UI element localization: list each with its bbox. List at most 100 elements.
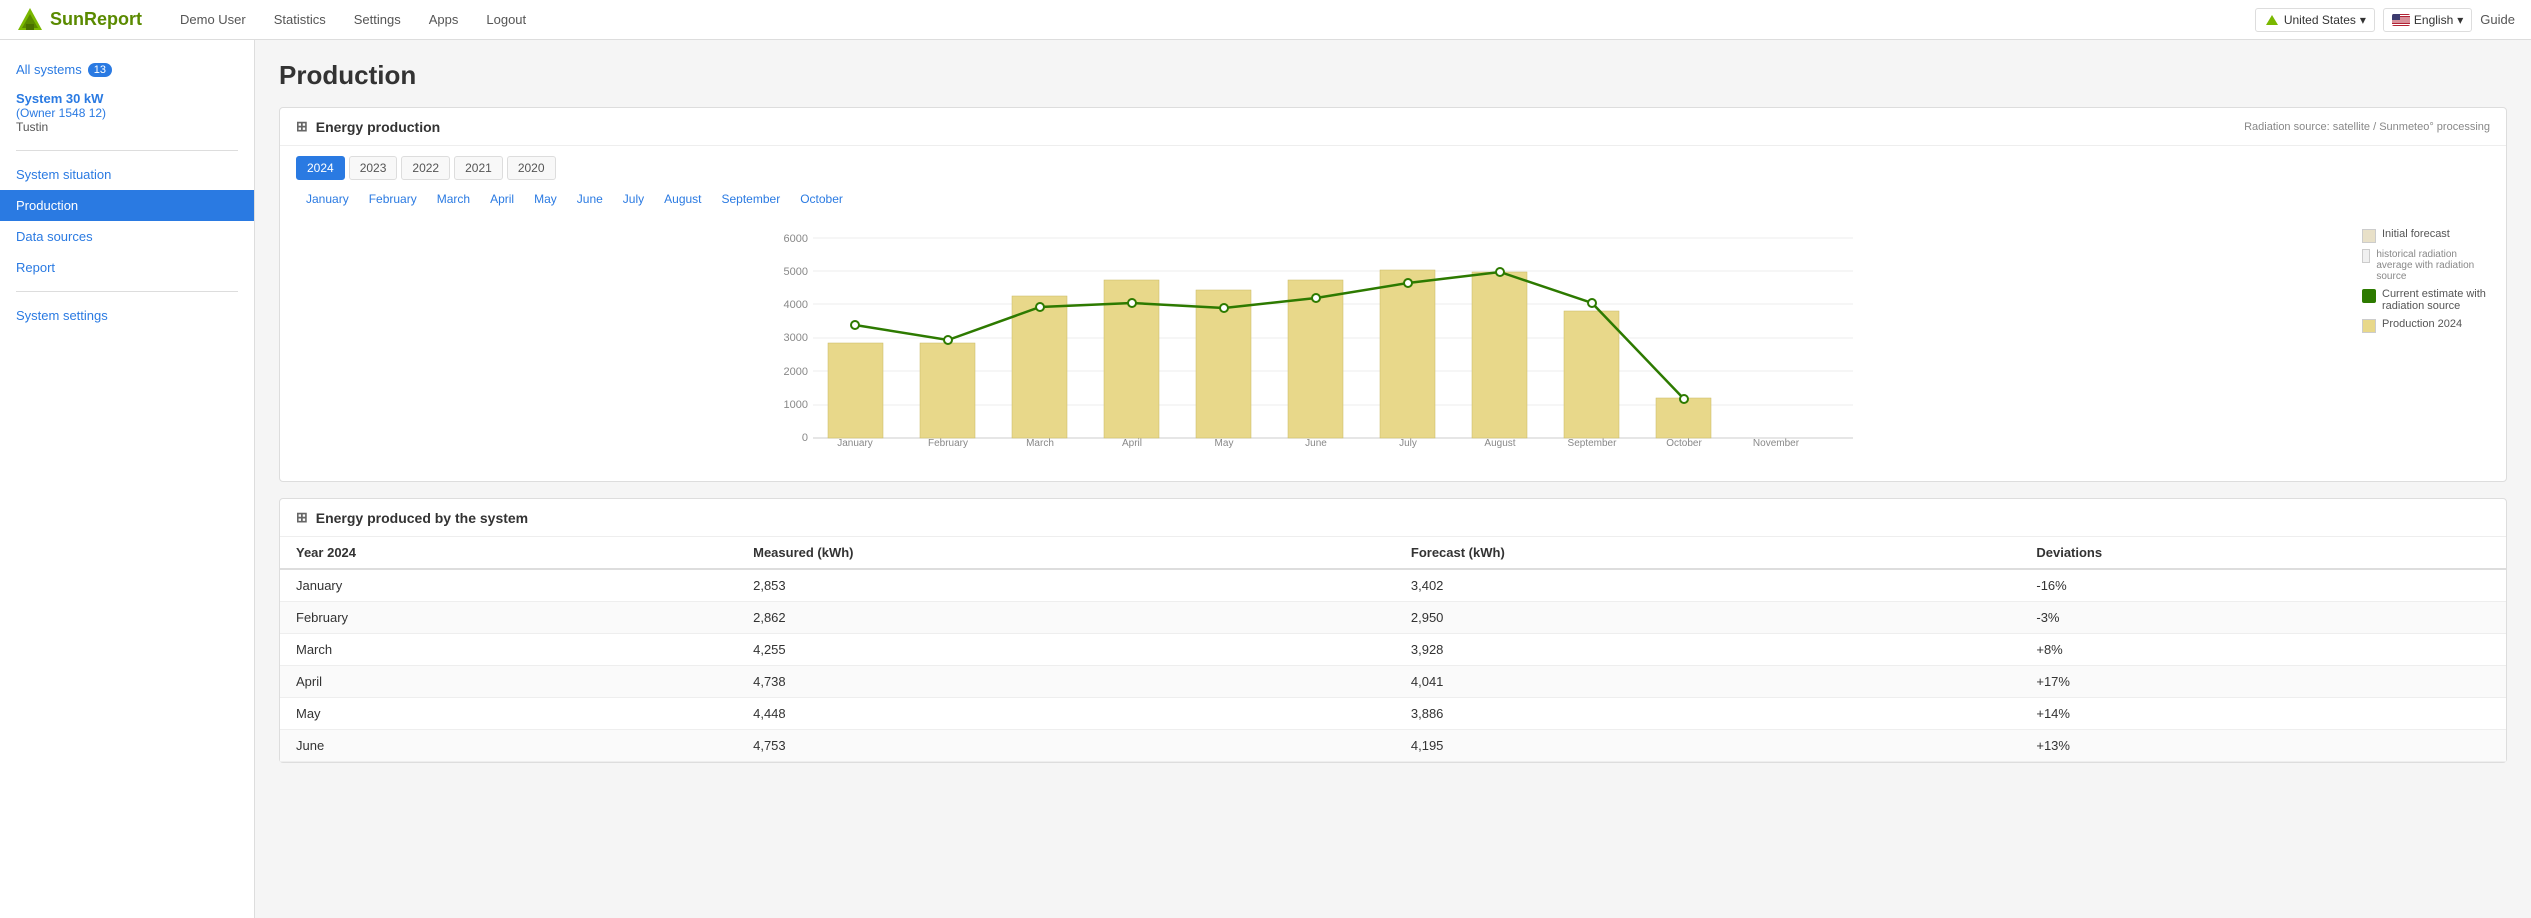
sidebar-item-report[interactable]: Report	[0, 252, 254, 283]
month-tab-may[interactable]: May	[524, 188, 567, 210]
energy-table-title: ⊞ Energy produced by the system	[296, 509, 528, 526]
layout: All systems 13 System 30 kW (Owner 1548 …	[0, 40, 2531, 918]
cell-month: May	[280, 698, 737, 730]
year-tab-2024[interactable]: 2024	[296, 156, 345, 180]
bar-july	[1380, 270, 1435, 438]
table-header: Year 2024 Measured (kWh) Forecast (kWh) …	[280, 537, 2506, 569]
table-row: February 2,862 2,950 -3%	[280, 602, 2506, 634]
svg-text:2000: 2000	[784, 366, 808, 378]
month-tab-january[interactable]: January	[296, 188, 359, 210]
svg-text:5000: 5000	[784, 266, 808, 278]
month-tab-october[interactable]: October	[790, 188, 853, 210]
cell-forecast: 3,928	[1395, 634, 2020, 666]
cell-measured: 2,862	[737, 602, 1395, 634]
language-label: English	[2414, 13, 2453, 27]
legend-color-historical	[2362, 249, 2370, 263]
flag-us-icon	[2392, 14, 2410, 26]
cell-forecast: 3,886	[1395, 698, 2020, 730]
sunreport-small-icon	[2264, 14, 2280, 26]
sidebar-item-production[interactable]: Production	[0, 190, 254, 221]
forecast-dot-feb	[944, 336, 952, 344]
cell-deviation: -3%	[2020, 602, 2506, 634]
table-row: April 4,738 4,041 +17%	[280, 666, 2506, 698]
nav-settings[interactable]: Settings	[340, 0, 415, 40]
month-tab-february[interactable]: February	[359, 188, 427, 210]
system-owner[interactable]: (Owner 1548 12)	[16, 106, 238, 120]
sidebar-item-system-settings[interactable]: System settings	[0, 300, 254, 331]
month-tab-september[interactable]: September	[712, 188, 791, 210]
cell-measured: 4,255	[737, 634, 1395, 666]
sidebar-item-data-sources[interactable]: Data sources	[0, 221, 254, 252]
year-tab-2023[interactable]: 2023	[349, 156, 398, 180]
legend-label-initial: Initial forecast	[2382, 228, 2450, 240]
forecast-dot-may	[1220, 304, 1228, 312]
cell-measured: 4,753	[737, 730, 1395, 762]
cell-month: June	[280, 730, 737, 762]
forecast-dot-jul	[1404, 279, 1412, 287]
table-header-row: Year 2024 Measured (kWh) Forecast (kWh) …	[280, 537, 2506, 569]
all-systems-badge: 13	[88, 63, 112, 77]
legend-color-current	[2362, 289, 2376, 303]
energy-production-card: ⊞ Energy production Radiation source: sa…	[279, 107, 2507, 482]
nav-links: Demo User Statistics Settings Apps Logou…	[166, 0, 540, 40]
bar-june	[1288, 280, 1343, 438]
cell-measured: 4,738	[737, 666, 1395, 698]
year-tab-2020[interactable]: 2020	[507, 156, 556, 180]
svg-text:4000: 4000	[784, 299, 808, 311]
sidebar: All systems 13 System 30 kW (Owner 1548 …	[0, 40, 255, 918]
sidebar-item-system-situation[interactable]: System situation	[0, 159, 254, 190]
country-chevron: ▾	[2360, 13, 2366, 27]
nav-apps[interactable]: Apps	[415, 0, 473, 40]
table-row: January 2,853 3,402 -16%	[280, 569, 2506, 602]
top-nav: SunReport Demo User Statistics Settings …	[0, 0, 2531, 40]
year-tab-2022[interactable]: 2022	[401, 156, 450, 180]
svg-text:September: September	[1568, 438, 1618, 448]
legend-historical-avg: historical radiation average with radiat…	[2362, 249, 2490, 282]
energy-table-card: ⊞ Energy produced by the system Year 202…	[279, 498, 2507, 763]
energy-production-label: Energy production	[316, 119, 440, 135]
cell-deviation: +14%	[2020, 698, 2506, 730]
svg-text:February: February	[928, 438, 968, 448]
month-tab-march[interactable]: March	[427, 188, 480, 210]
main-content: Production ⊞ Energy production Radiation…	[255, 40, 2531, 918]
cell-deviation: +8%	[2020, 634, 2506, 666]
month-tab-april[interactable]: April	[480, 188, 524, 210]
forecast-line	[855, 272, 1684, 399]
legend-initial-forecast: Initial forecast	[2362, 228, 2490, 243]
production-chart: 6000 5000 4000 3000 2000 1000 0	[296, 228, 2350, 448]
page-title: Production	[279, 60, 2507, 91]
col-year: Year 2024	[280, 537, 737, 569]
cell-forecast: 4,041	[1395, 666, 2020, 698]
country-selector[interactable]: United States ▾	[2255, 8, 2375, 32]
nav-demo-user[interactable]: Demo User	[166, 0, 260, 40]
month-tab-july[interactable]: July	[613, 188, 654, 210]
legend-label-current: Current estimate with radiation source	[2382, 288, 2490, 312]
logo[interactable]: SunReport	[16, 6, 142, 34]
bar-october	[1656, 398, 1711, 438]
svg-text:3000: 3000	[784, 332, 808, 344]
cell-measured: 4,448	[737, 698, 1395, 730]
svg-text:July: July	[1399, 438, 1417, 448]
cell-forecast: 3,402	[1395, 569, 2020, 602]
cell-deviation: -16%	[2020, 569, 2506, 602]
nav-statistics[interactable]: Statistics	[260, 0, 340, 40]
table-row: March 4,255 3,928 +8%	[280, 634, 2506, 666]
nav-logout[interactable]: Logout	[472, 0, 540, 40]
forecast-dot-mar	[1036, 303, 1044, 311]
month-tab-august[interactable]: August	[654, 188, 711, 210]
bar-september	[1564, 311, 1619, 438]
year-tab-2021[interactable]: 2021	[454, 156, 503, 180]
svg-text:0: 0	[802, 432, 808, 444]
system-name[interactable]: System 30 kW	[16, 91, 238, 106]
language-selector[interactable]: English ▾	[2383, 8, 2472, 32]
nav-right: United States ▾ English ▾ Guide	[2255, 8, 2515, 32]
svg-text:May: May	[1215, 438, 1234, 448]
month-tab-june[interactable]: June	[567, 188, 613, 210]
cell-month: April	[280, 666, 737, 698]
svg-text:October: October	[1666, 438, 1702, 448]
month-tabs: January February March April May June Ju…	[280, 180, 2506, 218]
guide-link[interactable]: Guide	[2480, 12, 2515, 27]
energy-table-header: ⊞ Energy produced by the system	[280, 499, 2506, 537]
all-systems-link[interactable]: All systems 13	[0, 56, 254, 83]
table-row: June 4,753 4,195 +13%	[280, 730, 2506, 762]
